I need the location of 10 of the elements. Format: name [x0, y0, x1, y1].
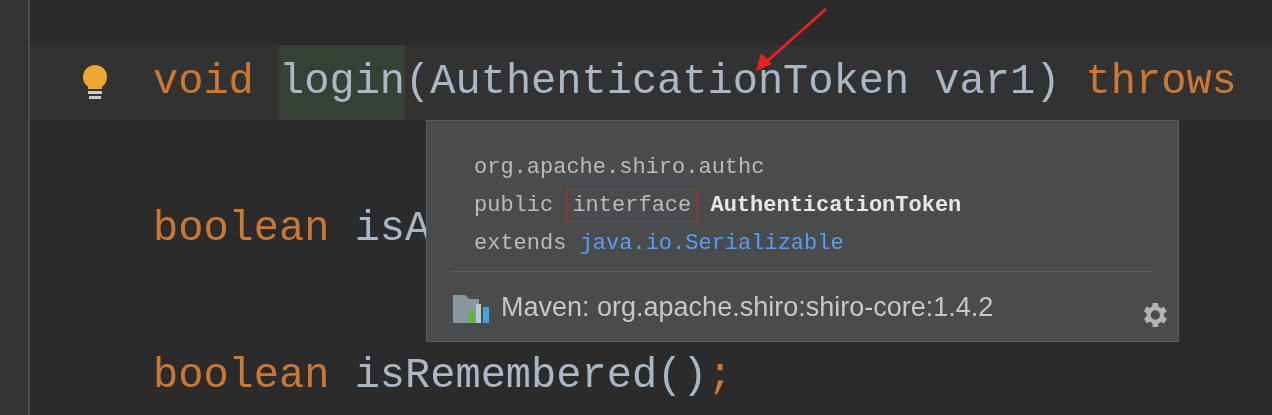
library-folder-icon: [453, 292, 491, 323]
code-line: boolean isRemembered();: [153, 351, 733, 402]
library-name: Maven: org.apache.shiro:shiro-core:1.4.2: [501, 291, 994, 325]
extends-keyword: extends: [474, 231, 567, 256]
code-line: void login(AuthenticationToken var1) throws: [153, 45, 1237, 120]
package-name: org.apache.shiro.authc: [474, 154, 766, 182]
superinterface-link[interactable]: java.io.Serializable: [579, 231, 844, 256]
code-line: boolean isA: [153, 204, 431, 255]
declaration-signature: public interface AuthenticationToken: [474, 189, 1178, 223]
lightbulb-icon[interactable]: [80, 64, 109, 101]
